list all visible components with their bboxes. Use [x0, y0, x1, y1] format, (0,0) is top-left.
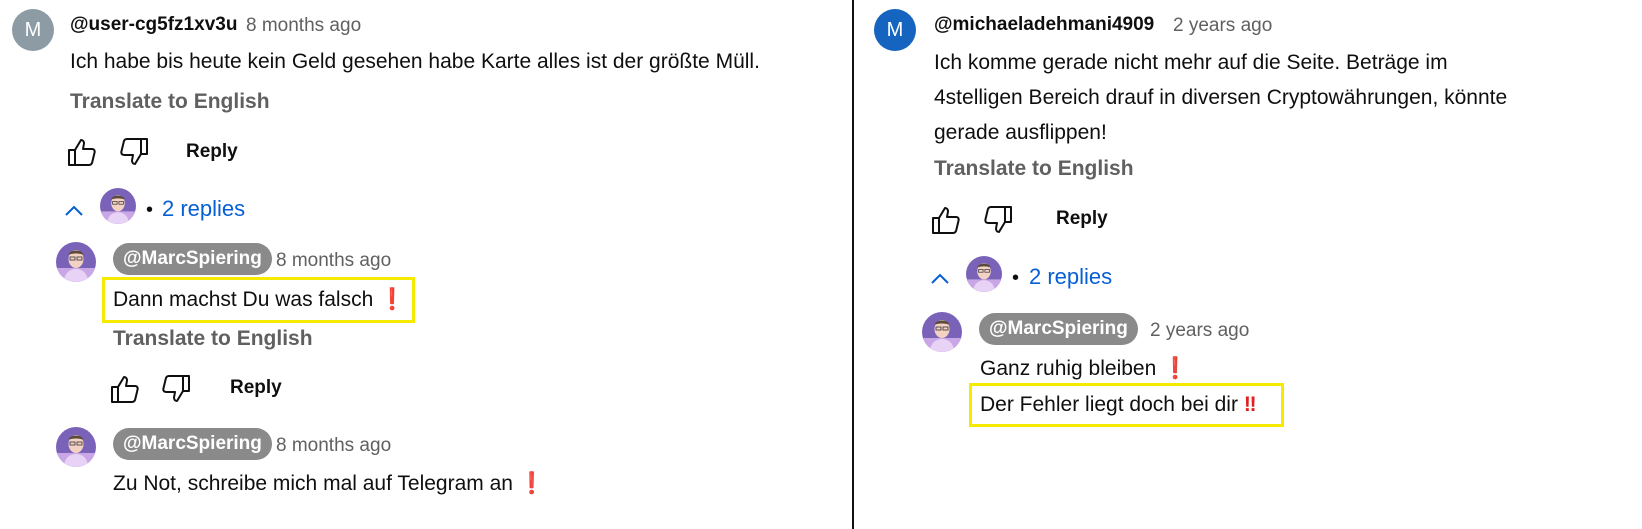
double-exclamation-emoji: ‼: [1243, 393, 1257, 416]
comment-time[interactable]: 2 years ago: [1173, 15, 1272, 37]
chevron-up-icon[interactable]: [929, 268, 951, 290]
thumbs-up-icon[interactable]: [930, 204, 962, 236]
thumbs-down-icon[interactable]: [118, 136, 150, 168]
reply-text: Dann machst Du was falsch ❗: [113, 288, 406, 311]
comment-author[interactable]: @user-cg5fz1xv3u: [70, 14, 237, 36]
reply-time[interactable]: 8 months ago: [276, 250, 391, 272]
replies-toggle[interactable]: 2 replies: [1029, 264, 1112, 290]
reply-button[interactable]: Reply: [230, 377, 282, 399]
replier-avatar: [966, 256, 1002, 292]
right-comment-panel: M @michaeladehmani4909 2 years ago Ich k…: [854, 0, 1642, 529]
reply-time[interactable]: 2 years ago: [1150, 320, 1249, 342]
reply-avatar[interactable]: [56, 427, 96, 467]
reply-text: Der Fehler liegt doch bei dir ‼: [980, 393, 1257, 416]
reply-button[interactable]: Reply: [1056, 208, 1108, 230]
translate-link[interactable]: Translate to English: [113, 327, 313, 351]
user-avatar[interactable]: M: [12, 9, 54, 51]
reply-text: Ganz ruhig bleiben ❗: [980, 357, 1189, 380]
thumbs-up-icon[interactable]: [66, 136, 98, 168]
reply-author[interactable]: @MarcSpiering: [113, 428, 272, 460]
separator-dot: •: [1012, 267, 1020, 289]
reply-avatar[interactable]: [56, 242, 96, 282]
reply-time[interactable]: 8 months ago: [276, 435, 391, 457]
left-comment-panel: M @user-cg5fz1xv3u 8 months ago Ich habe…: [0, 0, 852, 529]
exclamation-emoji: ❗: [518, 472, 545, 495]
separator-dot: •: [146, 199, 154, 221]
user-avatar[interactable]: M: [874, 9, 916, 51]
exclamation-emoji: ❗: [1162, 357, 1189, 380]
comment-author[interactable]: @michaeladehmani4909: [934, 14, 1154, 36]
comment-text: Ich komme gerade nicht mehr auf die Seit…: [934, 51, 1508, 144]
thumbs-up-icon[interactable]: [109, 373, 141, 405]
translate-link[interactable]: Translate to English: [934, 157, 1134, 181]
comment-time[interactable]: 8 months ago: [246, 15, 361, 37]
exclamation-emoji: ❗: [379, 288, 406, 311]
reply-text: Zu Not, schreibe mich mal auf Telegram a…: [113, 472, 545, 495]
reply-button[interactable]: Reply: [186, 141, 238, 163]
reply-avatar[interactable]: [922, 312, 962, 352]
comment-text: Ich habe bis heute kein Geld gesehen hab…: [70, 50, 760, 73]
replies-toggle[interactable]: 2 replies: [162, 196, 245, 222]
reply-author[interactable]: @MarcSpiering: [979, 313, 1138, 345]
replier-avatar: [100, 188, 136, 224]
translate-link[interactable]: Translate to English: [70, 90, 270, 114]
chevron-up-icon[interactable]: [63, 200, 85, 222]
reply-author[interactable]: @MarcSpiering: [113, 243, 272, 275]
thumbs-down-icon[interactable]: [160, 373, 192, 405]
thumbs-down-icon[interactable]: [982, 204, 1014, 236]
